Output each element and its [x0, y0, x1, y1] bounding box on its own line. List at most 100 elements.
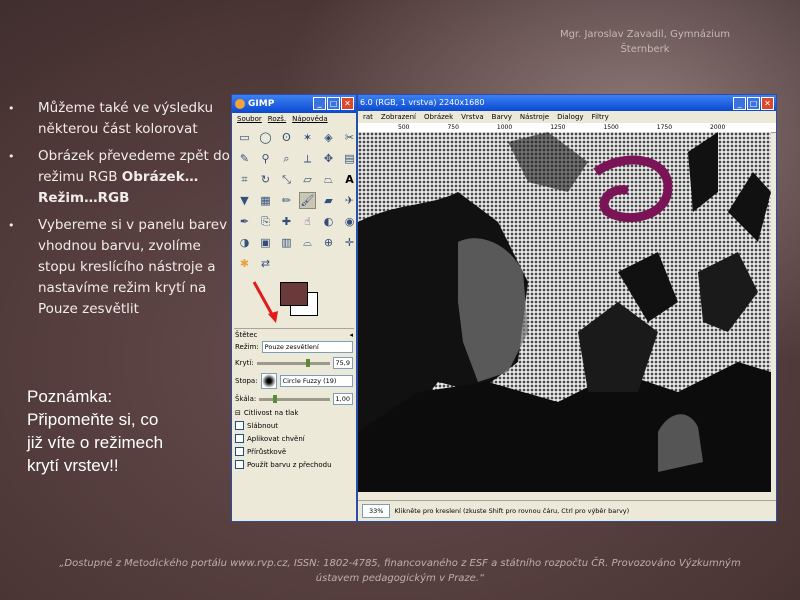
bullet-marker: • [8, 150, 15, 163]
crosshair-icon[interactable]: ✛ [341, 234, 358, 251]
status-message: Klikněte pro kreslení (zkuste Shift pro … [394, 507, 630, 515]
brush-name[interactable]: Circle Fuzzy (19) [279, 375, 353, 387]
mode-select[interactable]: Pouze zesvětlení [261, 341, 353, 353]
checkbox-label: Aplikovat chvění [247, 434, 305, 443]
checkbox[interactable] [235, 460, 244, 469]
airbrush-icon[interactable]: ✈ [341, 192, 358, 209]
menu-select[interactable]: rat [363, 111, 373, 123]
tool-options-title: Štětec [235, 331, 258, 339]
menu-tools[interactable]: Nástroje [520, 111, 549, 123]
note-line: krytí vrstev!! [27, 456, 119, 475]
smudge-icon[interactable]: ☝ [299, 213, 316, 230]
menu-extensions[interactable]: Rozš. [268, 113, 286, 125]
lasso-icon[interactable]: ʘ [278, 129, 295, 146]
color-select-icon[interactable]: ◈ [320, 129, 337, 146]
rect-select-icon[interactable]: ▭ [236, 129, 253, 146]
eraser-icon[interactable]: ▰ [320, 192, 337, 209]
scale-value[interactable]: 1,00 [332, 393, 353, 405]
toolbox-titlebar[interactable]: GIMP _ □ ✕ [232, 95, 356, 113]
align-icon[interactable]: ▤ [341, 150, 358, 167]
toolbox-title: GIMP [248, 99, 275, 109]
gimp-image-window: 6.0 (RGB, 1 vrstva) 2240x1680 _ □ ✕ rat … [357, 94, 777, 522]
blend-mode-icon[interactable]: ◑ [236, 234, 253, 251]
bullet-item: • Vybereme si v panelu barev vhodnou barv… [8, 215, 230, 320]
shear-icon[interactable]: ▱ [299, 171, 316, 188]
curves-icon[interactable]: ⌓ [299, 234, 316, 251]
perspective-icon[interactable]: ⏢ [320, 171, 337, 188]
opacity-value[interactable]: 75,9 [332, 357, 353, 369]
measure-icon[interactable]: ⟂ [299, 150, 316, 167]
opacity-slider[interactable] [256, 358, 330, 367]
gradient-color-option[interactable]: Použít barvu z přechodu [232, 458, 356, 471]
ruler-tick: 1500 [603, 124, 619, 131]
dodge-burn-icon[interactable]: ◐ [320, 213, 337, 230]
close-button[interactable]: ✕ [341, 97, 354, 110]
zoom-icon[interactable]: ⌕ [278, 150, 295, 167]
image-canvas[interactable] [358, 132, 771, 492]
checkbox[interactable] [235, 421, 244, 430]
minimize-button[interactable]: _ [733, 97, 746, 110]
jitter-option[interactable]: Aplikovat chvění [232, 432, 356, 445]
note-line: Poznámka: [27, 387, 113, 406]
magnify-icon[interactable]: ⊕ [320, 234, 337, 251]
image-titlebar[interactable]: 6.0 (RGB, 1 vrstva) 2240x1680 _ □ ✕ [358, 95, 776, 111]
maximize-button[interactable]: □ [747, 97, 760, 110]
swap-icon[interactable]: ⇄ [257, 255, 274, 272]
author-credit: Mgr. Jaroslav Zavadil, Gymnázium Šternbe… [540, 27, 750, 57]
close-button[interactable]: ✕ [761, 97, 774, 110]
ellipse-select-icon[interactable]: ◯ [257, 129, 274, 146]
menu-view[interactable]: Zobrazení [381, 111, 416, 123]
scale-slider[interactable] [259, 394, 330, 403]
clone-icon[interactable]: ⎘ [257, 213, 274, 230]
fuzzy-select-icon[interactable]: ✶ [299, 129, 316, 146]
minimize-button[interactable]: _ [313, 97, 326, 110]
panel-menu-icon[interactable]: ◂ [349, 331, 353, 339]
paths-icon[interactable]: ✎ [236, 150, 253, 167]
footer-line-1: „Dostupné z Metodického portálu www.rvp.… [59, 558, 741, 569]
menu-dialogs[interactable]: Dialogy [557, 111, 583, 123]
menu-filters[interactable]: Filtry [592, 111, 609, 123]
move-icon[interactable]: ✥ [320, 150, 337, 167]
menu-colors[interactable]: Barvy [492, 111, 512, 123]
brush-preview[interactable] [260, 373, 277, 389]
checkbox[interactable] [235, 434, 244, 443]
gimp-logo-icon [235, 99, 245, 109]
window-controls: _ □ ✕ [733, 97, 774, 110]
ruler-tick: 1250 [550, 124, 566, 131]
levels-icon[interactable]: ▥ [278, 234, 295, 251]
text-icon[interactable]: A [341, 171, 358, 188]
ink-icon[interactable]: ✒ [236, 213, 253, 230]
bullet-item: • Obrázek převedeme zpět do režimu RGB Ob… [8, 146, 230, 209]
menu-file[interactable]: Soubor [237, 113, 262, 125]
crop-icon[interactable]: ⌗ [236, 171, 253, 188]
menu-layer[interactable]: Vrstva [461, 111, 484, 123]
convolve-icon[interactable]: ▣ [257, 234, 274, 251]
checkbox[interactable] [235, 447, 244, 456]
scissors-icon[interactable]: ✂ [341, 129, 358, 146]
expander-icon: ⊟ [235, 409, 241, 417]
ruler-tick: 750 [447, 124, 459, 131]
pressure-row[interactable]: ⊟ Citlivost na tlak [232, 407, 356, 419]
pencil-icon[interactable]: ✏ [278, 192, 295, 209]
gimp-wilber-icon[interactable]: ✱ [236, 255, 253, 272]
footer-line-2: ústavem pedagogickým v Praze.“ [315, 573, 485, 584]
bullet-text: Vybereme si v panelu barev vhodnou barvu… [38, 217, 228, 317]
scale-icon[interactable]: ⤡ [278, 171, 295, 188]
menu-image[interactable]: Obrázek [424, 111, 453, 123]
bucket-fill-icon[interactable]: ▼ [236, 192, 253, 209]
author-line-1: Mgr. Jaroslav Zavadil, Gymnázium [559, 29, 731, 40]
checkbox-label: Použít barvu z přechodu [247, 460, 332, 469]
menu-help[interactable]: Nápověda [292, 113, 327, 125]
incremental-option[interactable]: Přírůstkově [232, 445, 356, 458]
maximize-button[interactable]: □ [327, 97, 340, 110]
fade-option[interactable]: Slábnout [232, 419, 356, 432]
heal-icon[interactable]: ✚ [278, 213, 295, 230]
zoom-select[interactable]: 33% [362, 504, 391, 518]
paintbrush-icon[interactable]: 🖌 [299, 192, 316, 209]
color-picker-icon[interactable]: ⚲ [257, 150, 274, 167]
foreground-color-swatch[interactable] [280, 282, 308, 306]
rotate-icon[interactable]: ↻ [257, 171, 274, 188]
blur-icon[interactable]: ◉ [341, 213, 358, 230]
image-statusbar: 33% Klikněte pro kreslení (zkuste Shift … [358, 500, 776, 521]
blend-icon[interactable]: ▦ [257, 192, 274, 209]
